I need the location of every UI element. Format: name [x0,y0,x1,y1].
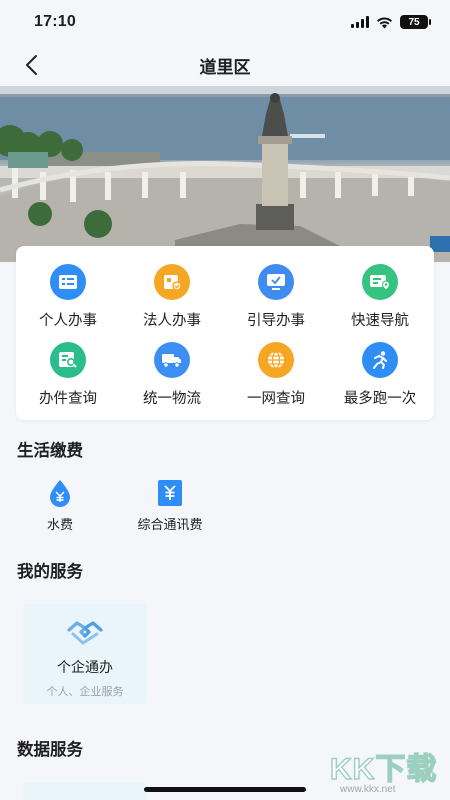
status-time: 17:10 [34,13,76,30]
monitor-icon [258,264,294,300]
water-drop-yen-icon [45,478,75,508]
data-services-title: 数据服务 [17,741,83,759]
service-label: 最多跑一次 [343,391,417,407]
service-item-guide[interactable]: 引导办事 [224,264,328,334]
personal-enterprise-service-card[interactable]: 个企通办 个人、企业服务 [23,604,147,704]
telecom-fee-item[interactable]: 综合通讯费 [130,478,210,533]
home-indicator[interactable] [144,787,306,792]
handshake-icon [67,620,103,651]
service-card-subtitle: 个人、企业服务 [46,686,124,698]
navigation-icon [362,264,398,300]
service-item-personal[interactable]: 个人办事 [16,264,120,334]
service-item-online-query[interactable]: 一网查询 [224,342,328,412]
document-search-icon [50,342,86,378]
water-fee-label: 水费 [46,517,73,532]
truck-icon [154,342,190,378]
banner-image [0,86,450,262]
service-item-run-once[interactable]: 最多跑一次 [328,342,432,412]
service-item-navigation[interactable]: 快速导航 [328,264,432,334]
service-label: 快速导航 [351,313,409,329]
navigation-bar: 道里区 [0,44,450,86]
service-item-logistics[interactable]: 统一物流 [120,342,224,412]
running-icon [362,342,398,378]
service-label: 个人办事 [39,313,97,329]
service-label: 引导办事 [247,313,305,329]
page-title: 道里区 [199,57,251,77]
water-fee-item[interactable]: 水费 [35,478,85,533]
cellular-signal-icon [351,16,369,28]
chevron-left-icon [26,55,37,75]
status-icons: 75 [351,15,431,29]
service-label: 办件查询 [39,391,97,407]
wifi-icon [377,16,392,28]
my-services-title: 我的服务 [17,563,83,581]
life-payment-title: 生活缴费 [17,442,83,460]
service-card-title: 个企通办 [57,659,113,675]
globe-icon [258,342,294,378]
status-bar: 17:10 75 [0,0,450,44]
watermark-url: www.kkx.net [340,784,396,795]
battery-icon: 75 [400,15,431,29]
watermark: KK下载 www.kkx.net [329,744,450,800]
service-label: 统一物流 [143,391,201,407]
enterprise-icon [154,264,190,300]
bill-yen-icon [155,478,185,508]
back-button[interactable] [18,52,44,78]
service-item-enterprise[interactable]: 法人办事 [120,264,224,334]
service-grid-card: 个人办事 法人办事 引导办事 快速导航 办件查询 统一物流 一网查询 最多跑一次 [16,246,434,420]
person-card-icon [50,264,86,300]
service-item-case-query[interactable]: 办件查询 [16,342,120,412]
service-label: 法人办事 [143,313,201,329]
telecom-fee-label: 综合通讯费 [137,517,203,532]
watermark-text: KK下载 [329,752,438,786]
service-label: 一网查询 [247,391,305,407]
data-service-card-peek[interactable] [23,782,147,800]
